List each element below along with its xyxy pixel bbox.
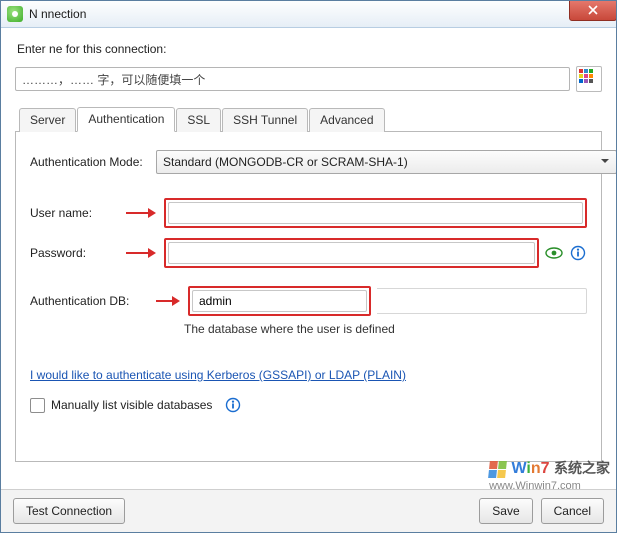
save-button[interactable]: Save (479, 498, 532, 524)
auth-mode-select[interactable]: Standard (MONGODB-CR or SCRAM-SHA-1) (156, 150, 617, 174)
test-connection-button[interactable]: Test Connection (13, 498, 125, 524)
eye-icon (545, 247, 563, 259)
windows-logo-icon (488, 461, 507, 478)
authdb-input-extent (377, 288, 587, 314)
authdb-hint: The database where the user is defined (184, 322, 587, 336)
cancel-button[interactable]: Cancel (541, 498, 604, 524)
arrow-icon (126, 207, 156, 219)
authdb-label: Authentication DB: (30, 294, 156, 308)
watermark: Win7 系统之家 www.Winwin7.com (489, 458, 610, 492)
kerberos-ldap-link[interactable]: I would like to authenticate using Kerbe… (30, 368, 406, 382)
password-label: Password: (30, 246, 126, 260)
info-icon (225, 397, 241, 413)
password-highlight (164, 238, 539, 268)
show-password-button[interactable] (545, 244, 563, 262)
password-info-button[interactable] (569, 244, 587, 262)
manual-list-info-button[interactable] (224, 396, 242, 414)
watermark-num: 7 (541, 460, 550, 477)
auth-mode-value: Standard (MONGODB-CR or SCRAM-SHA-1) (163, 155, 408, 169)
dialog-window: N nnection Enter ne for this connection:… (0, 0, 617, 533)
app-icon (7, 6, 23, 22)
arrow-icon (156, 295, 180, 307)
authdb-highlight (188, 286, 371, 316)
password-input[interactable] (168, 242, 535, 264)
name-prompt: Enter ne for this connection: (17, 42, 602, 56)
connection-name-input[interactable] (15, 67, 570, 91)
tab-ssh-tunnel[interactable]: SSH Tunnel (222, 108, 308, 132)
tabpanel-authentication: Authentication Mode: Standard (MONGODB-C… (15, 132, 602, 462)
manual-list-label: Manually list visible databases (51, 398, 212, 412)
close-icon (588, 5, 598, 15)
info-icon (570, 245, 586, 261)
username-highlight (164, 198, 587, 228)
manual-list-checkbox[interactable] (30, 398, 45, 413)
arrow-icon (126, 247, 156, 259)
color-palette-button[interactable] (576, 66, 602, 92)
tab-advanced[interactable]: Advanced (309, 108, 384, 132)
close-button[interactable] (569, 0, 617, 21)
watermark-cn: 系统之家 (554, 460, 610, 476)
tab-server[interactable]: Server (19, 108, 76, 132)
tabstrip: Server Authentication SSL SSH Tunnel Adv… (15, 106, 602, 132)
auth-mode-label: Authentication Mode: (30, 155, 156, 169)
window-title: N nnection (29, 7, 86, 21)
titlebar: N nnection (1, 1, 616, 28)
tab-ssl[interactable]: SSL (176, 108, 221, 132)
tab-authentication[interactable]: Authentication (77, 107, 175, 132)
username-input[interactable] (168, 202, 583, 224)
dialog-body: Enter ne for this connection: Server Aut… (1, 28, 616, 462)
authdb-input[interactable] (192, 290, 367, 312)
dialog-footer: Test Connection Save Cancel (1, 489, 616, 532)
username-label: User name: (30, 206, 126, 220)
